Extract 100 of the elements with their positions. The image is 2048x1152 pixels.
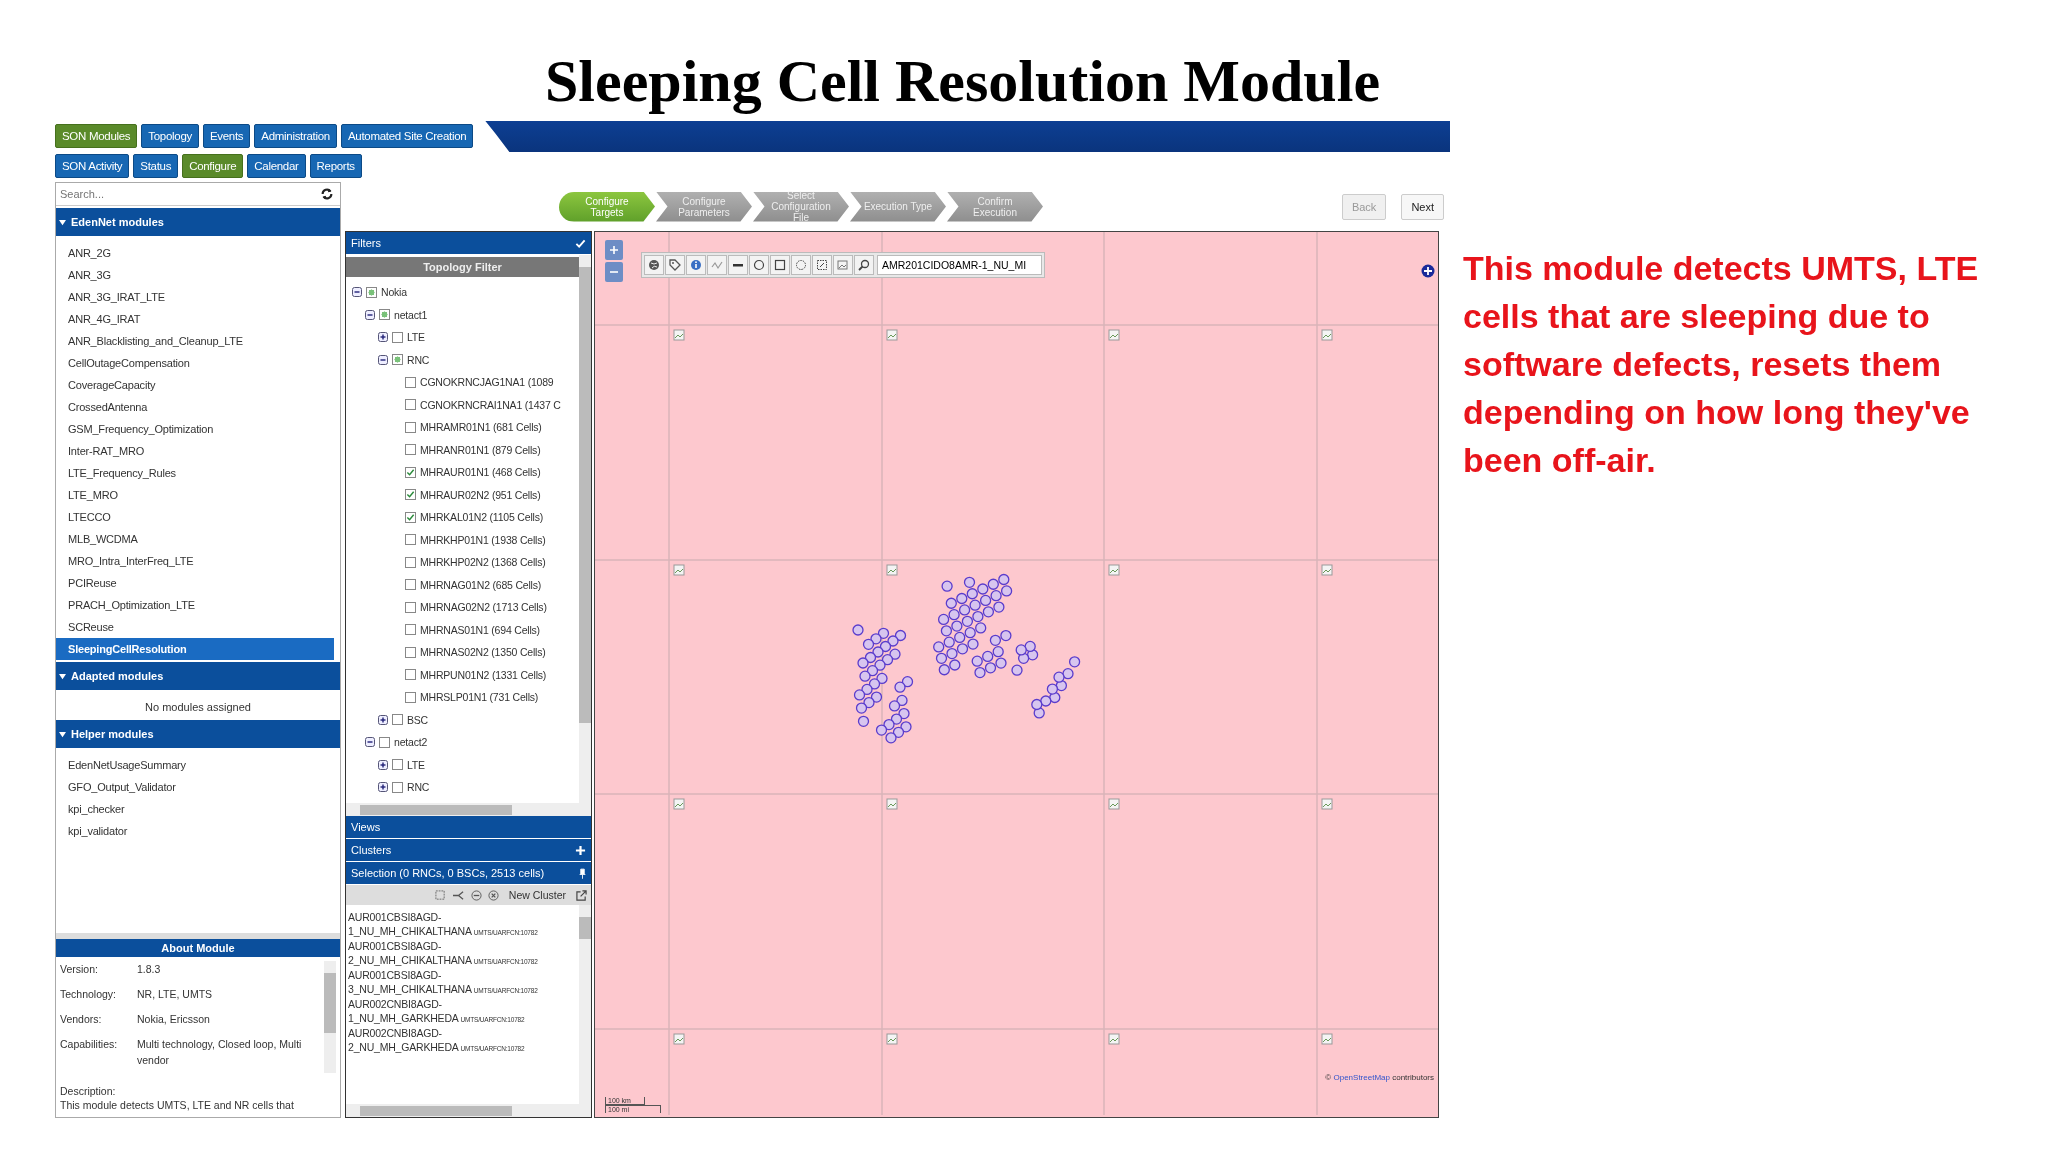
module-item[interactable]: kpi_checker [56,798,334,820]
checkbox[interactable] [405,421,416,433]
clusters-header[interactable]: Clusters [346,839,591,862]
split-icon[interactable] [451,889,465,901]
module-item[interactable]: LTE_MRO [56,484,334,506]
checkbox[interactable] [405,511,416,523]
collapse-icon[interactable] [378,354,388,365]
module-item[interactable]: GSM_Frequency_Optimization [56,418,334,440]
section-header[interactable]: Adapted modules [56,662,340,690]
minus-circle-icon[interactable] [470,889,482,901]
tree-item[interactable]: netact2 [394,736,428,749]
module-item[interactable]: CoverageCapacity [56,374,334,396]
expand-icon[interactable] [378,782,388,793]
checkbox[interactable] [405,399,416,411]
scrollbar[interactable] [579,905,591,1104]
tree-item[interactable]: MHRAMR01N1 (681 Cells) [420,421,542,434]
close-icon[interactable] [487,889,499,901]
checkbox[interactable] [379,309,390,321]
tree-item[interactable]: MHRAUR02N2 (951 Cells) [420,488,541,501]
module-item[interactable]: GFO_Output_Validator [56,776,334,798]
tree-item[interactable]: RNC [407,353,430,366]
globe-icon[interactable] [644,255,664,275]
nav-tab[interactable]: Topology [141,124,199,148]
tree-item[interactable]: MHRNAG02N2 (1713 Cells) [420,601,547,614]
nav-tab[interactable]: Configure [182,154,244,178]
checkbox[interactable] [392,759,403,771]
plus-icon[interactable] [575,844,586,856]
collapse-icon[interactable] [365,309,375,320]
module-item[interactable]: Inter-RAT_MRO [56,440,334,462]
zoom-out-button[interactable] [605,262,623,282]
module-item[interactable]: kpi_validator [56,820,334,842]
tree-item[interactable]: MHRKHP02N2 (1368 Cells) [420,556,546,569]
nav-tab[interactable]: Events [202,124,251,148]
checkbox[interactable] [405,556,416,568]
tree-item[interactable]: MHRNAS02N2 (1350 Cells) [420,646,546,659]
scrollbar[interactable] [346,1104,591,1117]
module-item[interactable]: ANR_2G [56,242,334,264]
section-header[interactable]: EdenNet modules [56,208,340,236]
module-item[interactable]: LTECCO [56,506,334,528]
module-item[interactable]: EdenNetUsageSummary [56,754,334,776]
module-item[interactable]: ANR_3G_IRAT_LTE [56,286,334,308]
next-button[interactable]: Next [1401,193,1444,220]
search-icon[interactable] [854,255,874,275]
checkbox[interactable] [392,714,403,726]
module-item[interactable]: PRACH_Optimization_LTE [56,594,334,616]
checkbox[interactable] [405,534,416,546]
tree-item[interactable]: MHRANR01N1 (879 Cells) [420,443,541,456]
tree-item[interactable]: LTE [407,331,425,344]
tree-item[interactable]: netact1 [394,308,428,321]
tree-item[interactable]: CGNOKRNCRAI1NA1 (1437 C [420,398,561,411]
checkbox[interactable] [405,646,416,658]
checkbox[interactable] [379,736,390,748]
nav-tab[interactable]: Status [133,154,179,178]
module-item[interactable]: LTE_Frequency_Rules [56,462,334,484]
module-item[interactable]: SCReuse [56,616,334,638]
tree-item[interactable]: LTE [407,758,425,771]
scrollbar[interactable] [324,961,336,1073]
tree-item[interactable]: BSC [407,713,428,726]
info-icon[interactable] [686,255,706,275]
expand-icon[interactable] [378,332,388,343]
zoom-in-button[interactable] [605,240,623,260]
attribution-link[interactable]: OpenStreetMap [1333,1073,1390,1082]
expand-icon[interactable] [378,714,388,725]
collapse-icon[interactable] [365,737,375,748]
module-item[interactable]: MRO_Intra_InterFreq_LTE [56,550,334,572]
selection-header[interactable]: Selection (0 RNCs, 0 BSCs, 2513 cells) [346,862,591,885]
checkbox[interactable] [405,444,416,456]
checkbox[interactable] [405,601,416,613]
checkbox[interactable] [405,489,416,501]
filters-header[interactable]: Filters [346,232,591,255]
module-item[interactable]: SleepingCellResolution [56,638,334,660]
tree-item[interactable]: MHRNAS01N1 (694 Cells) [420,623,540,636]
nav-tab[interactable]: Calendar [247,154,306,178]
tree-item[interactable]: MHRNAG01N2 (685 Cells) [420,578,542,591]
tree-item[interactable]: MHRPUN01N2 (1331 Cells) [420,668,547,681]
checkbox[interactable] [405,624,416,636]
checkbox[interactable] [405,376,416,388]
checkbox[interactable] [405,466,416,478]
refresh-icon[interactable] [320,187,334,201]
checkbox[interactable] [405,691,416,703]
export-icon[interactable] [576,889,587,901]
views-header[interactable]: Views [346,816,591,839]
module-item[interactable]: ANR_Blacklisting_and_Cleanup_LTE [56,330,334,352]
nav-tab[interactable]: Reports [309,154,362,178]
nav-tab[interactable]: Automated Site Creation [340,124,474,148]
pin-icon[interactable] [579,867,586,879]
checkbox[interactable] [392,331,403,343]
section-header[interactable]: Helper modules [56,720,340,748]
new-cluster-button[interactable]: New Cluster [504,889,570,901]
map-search-field[interactable]: AMR201CIDO8AMR-1_NU_MI [877,255,1042,275]
module-item[interactable]: ANR_4G_IRAT [56,308,334,330]
tree-item[interactable]: CGNOKRNCJAG1NA1 (1089 [420,376,554,389]
nav-tab[interactable]: SON Activity [55,154,130,178]
checkbox[interactable] [405,579,416,591]
tree-item[interactable]: MHRKHP01N1 (1938 Cells) [420,533,546,546]
circle-tool-icon[interactable] [749,255,769,275]
checkbox[interactable] [392,781,403,793]
select-icon[interactable] [434,889,446,901]
lasso-rectangle-icon[interactable] [812,255,832,275]
module-item[interactable]: ANR_3G [56,264,334,286]
